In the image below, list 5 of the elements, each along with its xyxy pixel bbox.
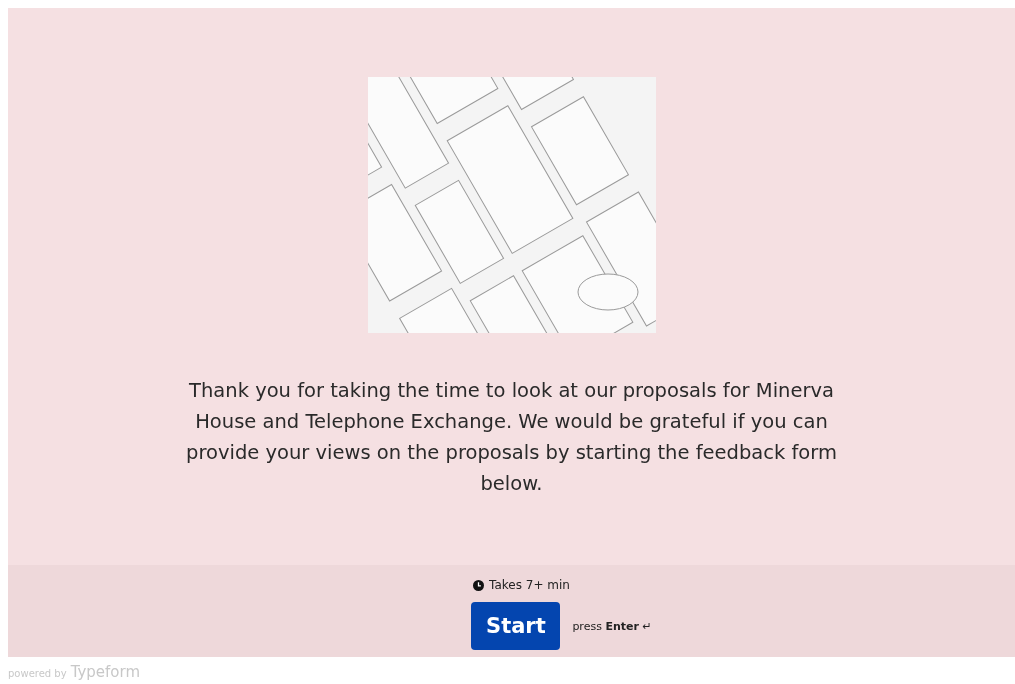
welcome-message: Thank you for taking the time to look at our proposals for Minerva House and Telephone Exchange. We would be grateful if you can provide your views on the proposals by starting the feedback form below. — [185, 378, 838, 497]
clock-icon — [473, 579, 485, 591]
enter-hint: press Enter ↵ — [572, 619, 652, 633]
start-button[interactable]: Start — [471, 602, 561, 650]
time-estimate: Takes 7+ min — [489, 578, 570, 592]
